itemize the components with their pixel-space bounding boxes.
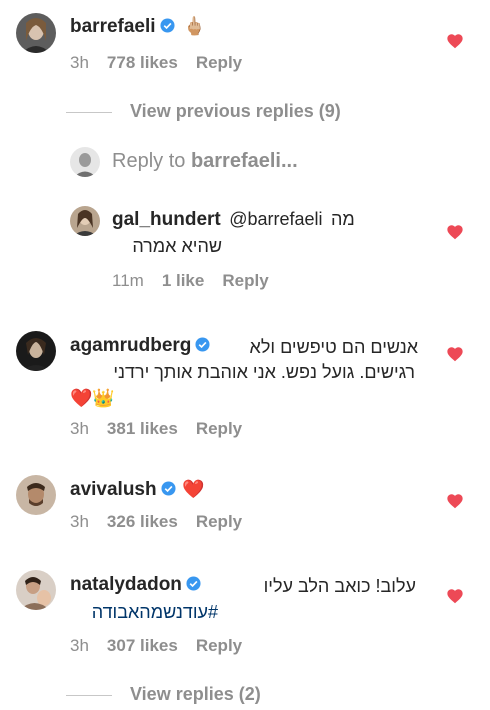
likes-count[interactable]: 1 like bbox=[162, 271, 205, 290]
like-heart-icon[interactable] bbox=[446, 224, 464, 240]
view-previous-replies[interactable]: View previous replies (9) bbox=[66, 101, 341, 122]
avatar[interactable] bbox=[16, 570, 56, 610]
comment-text-line: אנשים הם טיפשים ולא bbox=[249, 337, 418, 357]
reply-button[interactable]: Reply bbox=[196, 419, 242, 438]
comment-meta: 11m 1 like Reply bbox=[112, 271, 287, 291]
likes-count[interactable]: 307 likes bbox=[107, 636, 178, 655]
reply-input[interactable]: Reply to barrefaeli... bbox=[112, 150, 298, 173]
like-heart-icon[interactable] bbox=[446, 493, 464, 509]
view-replies-label: View replies (2) bbox=[130, 684, 261, 704]
comment-header: avivalush ❤️ bbox=[70, 479, 204, 501]
comment-meta: 3h 381 likes Reply bbox=[70, 419, 260, 439]
username[interactable]: gal_hundert bbox=[112, 209, 221, 230]
comment-time: 3h bbox=[70, 419, 89, 438]
comment-header: natalydadon bbox=[70, 574, 201, 596]
comment-emoji: ❤️👑 bbox=[70, 388, 115, 408]
likes-count[interactable]: 381 likes bbox=[107, 419, 178, 438]
reply-button[interactable]: Reply bbox=[196, 53, 242, 72]
comment-header: barrefaeli 🖕🏼 bbox=[70, 16, 205, 38]
view-previous-replies-label: View previous replies (9) bbox=[130, 101, 341, 121]
avatar[interactable] bbox=[16, 475, 56, 515]
hashtag-link[interactable]: #עודנשמהאבודה bbox=[70, 602, 218, 623]
avatar[interactable] bbox=[16, 13, 56, 53]
verified-badge-icon bbox=[160, 18, 175, 33]
username[interactable]: natalydadon bbox=[70, 574, 182, 595]
comment-meta: 3h 307 likes Reply bbox=[70, 636, 260, 656]
comment-text-line: שהיא אמרה bbox=[132, 236, 222, 256]
reply-button[interactable]: Reply bbox=[196, 512, 242, 531]
divider-line bbox=[66, 112, 112, 114]
reply-input-prefix: Reply to bbox=[112, 150, 191, 172]
divider-line bbox=[66, 695, 112, 697]
verified-badge-icon bbox=[186, 576, 201, 591]
username[interactable]: avivalush bbox=[70, 479, 157, 500]
like-heart-icon[interactable] bbox=[446, 588, 464, 604]
comment-text-line: רגישים. גועל נפש. אני אוהבת אותך ירדני bbox=[113, 362, 415, 382]
reply-button[interactable]: Reply bbox=[196, 636, 242, 655]
comment-time: 3h bbox=[70, 636, 89, 655]
comment-meta: 3h 326 likes Reply bbox=[70, 512, 260, 532]
comment-emoji: ❤️ bbox=[182, 479, 205, 499]
reply-comment-header: gal_hundert @barrefaeli מה bbox=[112, 209, 355, 231]
comment-meta: 3h 778 likes Reply bbox=[70, 53, 260, 73]
likes-count[interactable]: 778 likes bbox=[107, 53, 178, 72]
comment-time: 3h bbox=[70, 512, 89, 531]
comment-text: מה bbox=[330, 209, 355, 229]
mention-link[interactable]: @barrefaeli bbox=[229, 209, 322, 229]
view-replies[interactable]: View replies (2) bbox=[66, 684, 261, 705]
comment-emoji: 🖕🏼 bbox=[183, 16, 206, 36]
reply-button[interactable]: Reply bbox=[222, 271, 268, 290]
comment-text-line: עלוב! כואב הלב עליו bbox=[263, 576, 416, 596]
comment-time: 11m bbox=[112, 271, 144, 290]
username[interactable]: barrefaeli bbox=[70, 16, 156, 37]
verified-badge-icon bbox=[195, 337, 210, 352]
verified-badge-icon bbox=[161, 481, 176, 496]
comment-header: agamrudberg bbox=[70, 335, 210, 357]
username[interactable]: agamrudberg bbox=[70, 335, 191, 356]
avatar[interactable] bbox=[70, 206, 100, 236]
likes-count[interactable]: 326 likes bbox=[107, 512, 178, 531]
like-heart-icon[interactable] bbox=[446, 346, 464, 362]
like-heart-icon[interactable] bbox=[446, 33, 464, 49]
current-user-avatar bbox=[70, 147, 100, 177]
avatar[interactable] bbox=[16, 331, 56, 371]
reply-input-user: barrefaeli... bbox=[190, 150, 298, 172]
comment-time: 3h bbox=[70, 53, 89, 72]
